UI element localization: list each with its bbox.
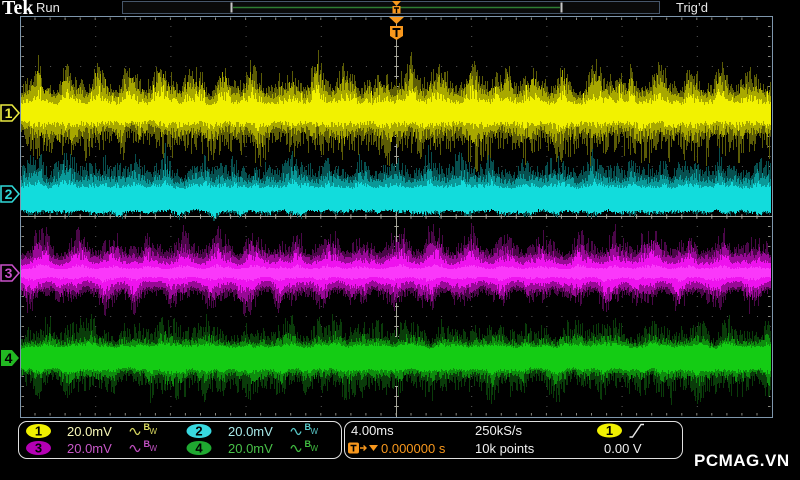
svg-text:1: 1 [5, 105, 13, 121]
svg-text:3: 3 [5, 265, 13, 281]
svg-text:2: 2 [5, 186, 13, 202]
svg-text:4: 4 [5, 350, 13, 366]
